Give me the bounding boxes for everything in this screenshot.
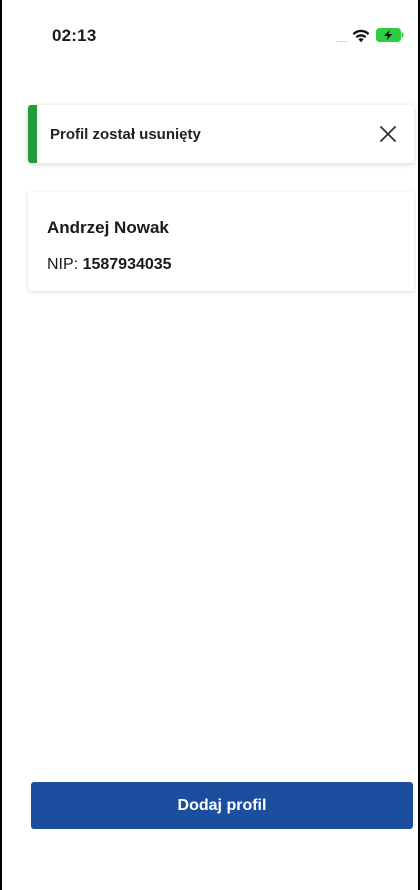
status-time: 02:13	[52, 26, 97, 45]
battery-charging-icon	[376, 28, 404, 42]
wifi-icon	[352, 29, 370, 43]
toast-accent-bar	[28, 105, 37, 163]
nip-value: 1587934035	[82, 256, 172, 273]
nip-label: NIP:	[47, 256, 79, 273]
status-bar: 02:13 ·····	[2, 0, 418, 60]
profile-name: Andrzej Nowak	[47, 218, 169, 237]
close-icon[interactable]	[376, 122, 400, 146]
toast-message: Profil został usunięty	[50, 126, 201, 143]
profile-nip: NIP: 1587934035	[47, 256, 172, 274]
app-screen: 02:13 ····· Profil został usunięty Andrz…	[0, 0, 420, 890]
success-toast: Profil został usunięty	[28, 105, 414, 163]
cellular-signal-icon: ·····	[335, 36, 348, 46]
profile-card[interactable]: Andrzej Nowak NIP: 1587934035	[28, 192, 414, 291]
add-profile-button[interactable]: Dodaj profil	[31, 782, 413, 829]
